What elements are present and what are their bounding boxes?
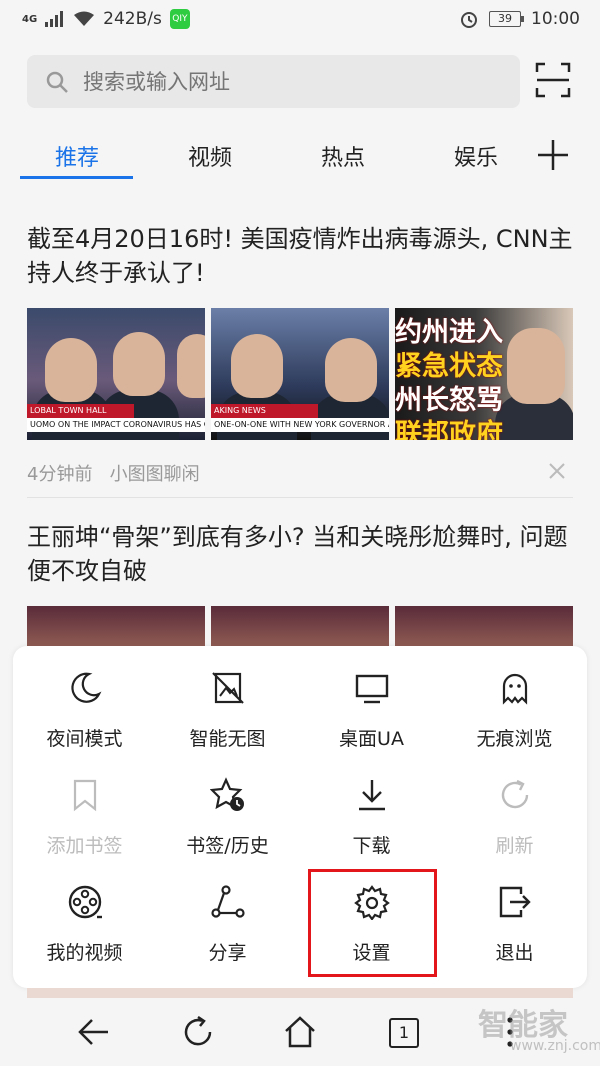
bookmark-icon <box>73 779 97 812</box>
article-title[interactable]: 截至4月20日16时! 美国疫情炸出病毒源头, CNN主持人终于承认了! <box>27 222 573 290</box>
menu-item-add-bookmark[interactable]: 添加书签 <box>13 753 156 861</box>
thumbnail-caption: UOMO ON THE IMPACT CORONAVIRUS HAS ON HI… <box>27 418 205 432</box>
close-icon[interactable] <box>548 462 566 480</box>
search-bar[interactable] <box>27 55 520 108</box>
wifi-icon <box>74 11 95 26</box>
menu-label: 书签/历史 <box>186 835 269 857</box>
menu-label: 退出 <box>495 942 534 964</box>
film-reel-icon <box>68 885 102 919</box>
menu-item-share[interactable]: 分享 <box>156 860 299 968</box>
add-channel-icon[interactable] <box>536 138 570 172</box>
menu-label: 下载 <box>352 835 391 857</box>
thumbnail-image: LOBAL TOWN HALL UOMO ON THE IMPACT CORON… <box>27 308 205 440</box>
status-left: 4G 242B/s QIY <box>22 9 190 29</box>
search-input[interactable] <box>83 69 463 94</box>
home-icon[interactable] <box>282 1014 318 1050</box>
thumbnail-overlay-text: 约州进入 紧急状态 州长怒骂 联邦政府 <box>395 317 503 440</box>
article-time: 4分钟前 <box>27 464 93 485</box>
settings-highlight-box <box>308 869 437 977</box>
tab-hot[interactable]: 热点 <box>288 140 398 172</box>
tabs-count-button[interactable]: 1 <box>389 1018 419 1048</box>
tab-video[interactable]: 视频 <box>155 140 265 172</box>
network-speed: 242B/s <box>103 9 162 29</box>
menu-item-desktop-ua[interactable]: 桌面UA <box>300 646 443 754</box>
ghost-icon <box>502 673 528 705</box>
thumbnail-caption: AKING NEWS <box>211 404 318 418</box>
tab-entertainment[interactable]: 娱乐 <box>421 140 531 172</box>
iqiyi-app-icon: QIY <box>169 9 190 29</box>
menu-item-download[interactable]: 下载 <box>300 753 443 861</box>
refresh-nav-icon[interactable] <box>180 1014 216 1050</box>
menu-label: 分享 <box>208 942 247 964</box>
menu-label: 我的视频 <box>46 942 123 964</box>
status-right: 39 10:00 <box>459 9 580 29</box>
active-tab-indicator <box>20 176 133 179</box>
menu-item-bookmarks-history[interactable]: 书签/历史 <box>156 753 299 861</box>
thumbnail-image: AKING NEWS ONE-ON-ONE WITH NEW YORK GOVE… <box>211 308 389 440</box>
clock-time: 10:00 <box>531 9 580 29</box>
menu-item-night-mode[interactable]: 夜间模式 <box>13 646 156 754</box>
thumbnail-image: 约州进入 紧急状态 州长怒骂 联邦政府 <box>395 308 573 440</box>
menu-label: 无痕浏览 <box>476 728 553 750</box>
article-title[interactable]: 王丽坤“骨架”到底有多小? 当和关晓彤尬舞时, 问题便不攻自破 <box>27 520 573 588</box>
share-icon <box>211 885 245 918</box>
menu-item-incognito[interactable]: 无痕浏览 <box>443 646 586 754</box>
exit-icon <box>499 886 531 918</box>
browser-menu-panel: 夜间模式 智能无图 桌面UA 无痕浏览 添加书签 书签/历史 下载 刷新 我的视… <box>13 646 587 988</box>
desktop-icon <box>355 674 389 704</box>
thumbnail-caption: LOBAL TOWN HALL <box>27 404 134 418</box>
thumbnail-caption: ONE-ON-ONE WITH NEW YORK GOVERNOR ANDREW… <box>211 418 389 432</box>
watermark-url: www.znj.com <box>510 1038 600 1054</box>
menu-label: 桌面UA <box>339 728 404 750</box>
article-meta: 4分钟前 小图图聊闲 <box>27 460 200 486</box>
no-image-icon <box>212 672 244 704</box>
battery-level: 39 <box>489 11 524 27</box>
scan-icon[interactable] <box>535 62 571 98</box>
tab-recommend[interactable]: 推荐 <box>22 140 132 172</box>
article-thumbnails[interactable]: LOBAL TOWN HALL UOMO ON THE IMPACT CORON… <box>27 308 573 440</box>
menu-item-no-image[interactable]: 智能无图 <box>156 646 299 754</box>
signal-icon <box>45 11 64 27</box>
search-icon <box>46 71 68 93</box>
download-icon <box>359 780 385 811</box>
divider <box>27 497 573 498</box>
alarm-icon <box>461 12 477 28</box>
menu-label: 添加书签 <box>46 835 123 857</box>
refresh-icon <box>501 779 529 809</box>
menu-label: 智能无图 <box>189 728 266 750</box>
article-source: 小图图聊闲 <box>109 464 200 485</box>
menu-label: 刷新 <box>495 835 534 857</box>
moon-icon <box>71 672 102 703</box>
menu-item-refresh[interactable]: 刷新 <box>443 753 586 861</box>
menu-label: 夜间模式 <box>46 728 123 750</box>
channel-tabs: 推荐 视频 热点 娱乐 <box>0 130 600 180</box>
menu-item-my-videos[interactable]: 我的视频 <box>13 860 156 968</box>
network-type: 4G <box>22 13 38 25</box>
back-arrow-icon[interactable] <box>76 1014 112 1050</box>
status-bar: 4G 242B/s QIY 39 10:00 <box>0 0 600 42</box>
menu-item-exit[interactable]: 退出 <box>443 860 586 968</box>
star-history-icon <box>210 777 244 811</box>
